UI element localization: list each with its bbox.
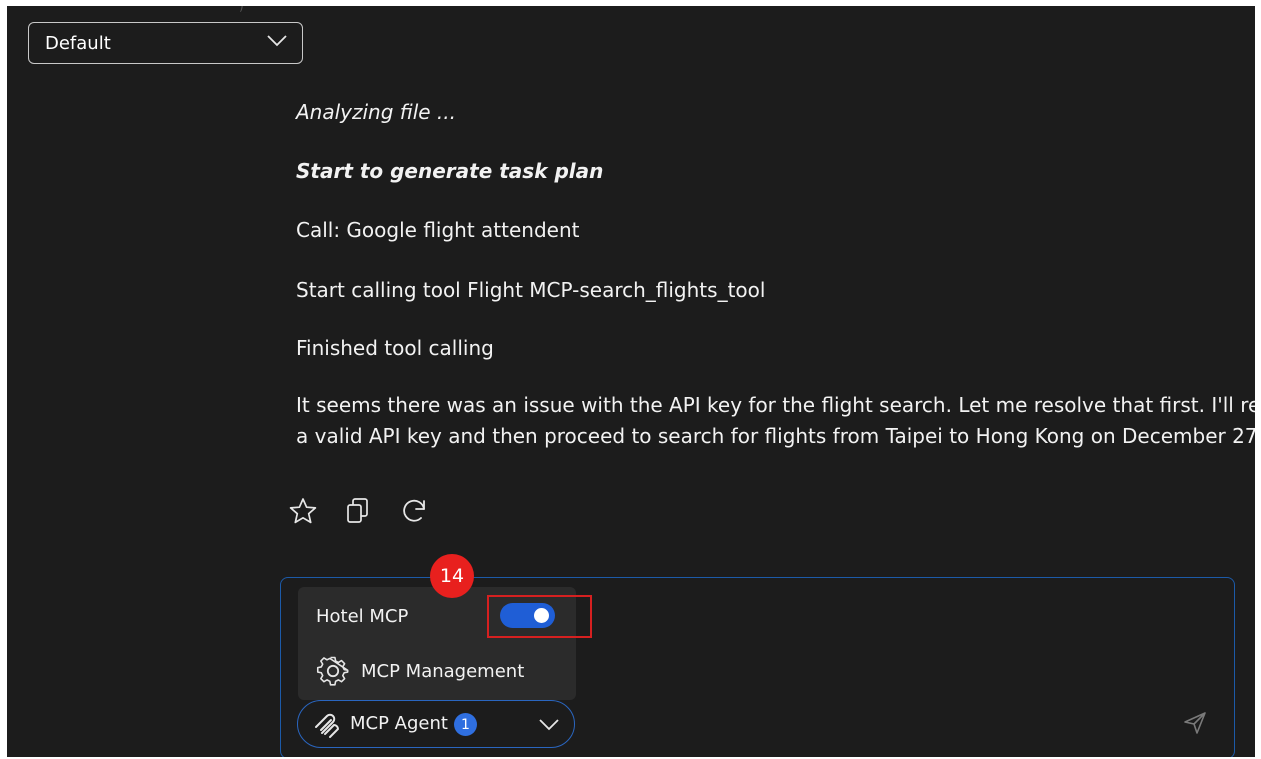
hotel-mcp-label: Hotel MCP <box>316 606 409 627</box>
send-icon[interactable] <box>1182 710 1208 736</box>
model-selector[interactable]: Default <box>28 22 303 64</box>
status-analyzing: Analyzing file ... <box>296 100 456 124</box>
annotation-step-badge: 14 <box>430 554 474 598</box>
chat-window: ) Default Analyzing file ... Start to ge… <box>7 6 1255 757</box>
status-plan: Start to generate task plan <box>296 159 604 183</box>
gear-icon <box>316 656 349 686</box>
refresh-icon[interactable] <box>400 496 430 526</box>
copy-icon[interactable] <box>345 496 371 526</box>
chevron-down-icon <box>539 719 559 731</box>
status-call: Call: Google flight attendent <box>296 218 580 242</box>
star-icon[interactable] <box>288 496 318 526</box>
assistant-response: It seems there was an issue with the API… <box>296 390 1255 452</box>
mcp-management-label: MCP Management <box>361 661 525 682</box>
model-selector-value: Default <box>45 33 111 54</box>
annotation-highlight <box>487 595 592 638</box>
status-tool-start: Start calling tool Flight MCP-search_fli… <box>296 278 766 302</box>
response-line: a valid API key and then proceed to sear… <box>296 424 1255 448</box>
mcp-agent-selector[interactable]: MCP Agent 1 <box>297 700 575 748</box>
mcp-agent-label: MCP Agent <box>350 713 448 734</box>
chevron-down-icon <box>267 35 287 47</box>
mcp-agent-count-badge: 1 <box>454 713 477 736</box>
status-tool-done: Finished tool calling <box>296 336 494 360</box>
cropped-glyph: ) <box>239 6 244 13</box>
mcp-agent-icon <box>315 713 340 738</box>
response-line: It seems there was an issue with the API… <box>296 393 1255 417</box>
